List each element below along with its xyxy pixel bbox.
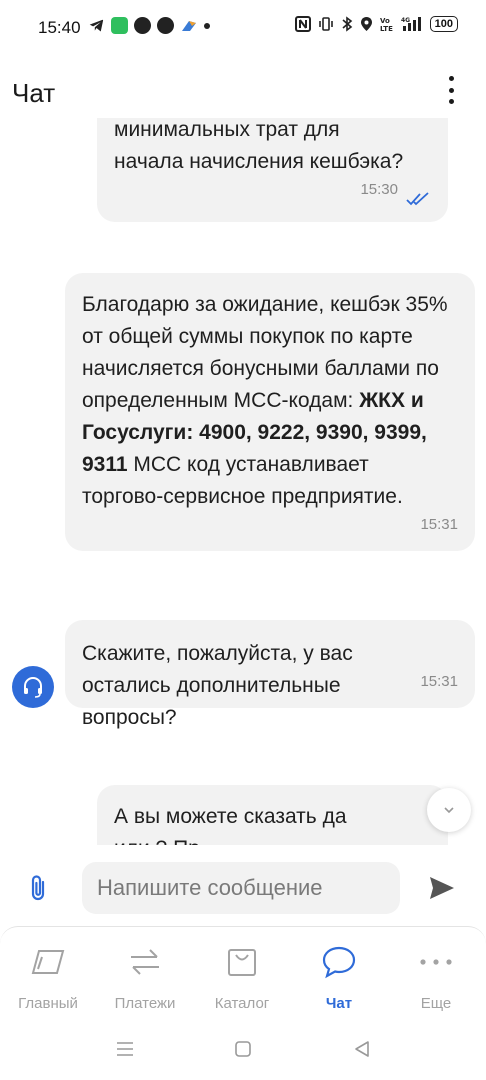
bluetooth-icon	[342, 16, 352, 32]
svg-text:4G: 4G	[401, 17, 410, 24]
message-time: 15:31	[420, 516, 458, 533]
app-colorful-icon	[182, 20, 196, 31]
menu-icon[interactable]	[115, 1040, 135, 1058]
message-outgoing: минимальных трат для начала начисления ке…	[97, 118, 448, 222]
notification-icons	[88, 17, 210, 34]
nav-item-catalog[interactable]: Каталог	[194, 943, 290, 1012]
system-navigation-bar	[0, 1026, 486, 1080]
nav-label: Чат	[325, 995, 353, 1012]
kebab-dot	[448, 76, 454, 81]
app-green-icon	[111, 17, 128, 34]
vibrate-icon	[318, 17, 333, 31]
kebab-dot	[448, 87, 454, 93]
nav-item-more[interactable]: Еще	[388, 943, 484, 1012]
message-text: А вы можете сказать да или ? Пр	[114, 801, 428, 845]
location-icon	[360, 17, 372, 31]
more-notifications-dot	[204, 22, 210, 29]
nav-label: Еще	[420, 995, 452, 1012]
message-line: А вы можете сказать да	[114, 805, 347, 828]
nfc-icon	[294, 16, 311, 32]
kebab-dot	[448, 99, 454, 104]
svg-text:Vo: Vo	[380, 17, 390, 25]
telegram-icon	[89, 19, 104, 32]
nav-label: Платежи	[114, 995, 176, 1012]
card-icon	[31, 950, 65, 974]
transfer-arrows-icon	[131, 949, 159, 975]
message-line: минимальных трат для	[114, 118, 340, 141]
message-outgoing: А вы можете сказать да или ? Пр	[97, 785, 448, 845]
chat-bubble-icon	[322, 946, 356, 979]
message-input[interactable]	[82, 862, 400, 914]
nav-item-main[interactable]: Главный	[0, 943, 96, 1012]
page-title: Чат	[12, 78, 56, 108]
chat-messages[interactable]: минимальных трат для начала начисления ке…	[0, 118, 486, 845]
bottom-navigation: Главный Платежи Каталог Чат Еще	[0, 926, 486, 1027]
scroll-down-button[interactable]	[427, 788, 471, 832]
message-incoming: Скажите, пожалуйста, у вас остались допо…	[65, 620, 475, 729]
read-ticks-icon	[406, 192, 429, 206]
nav-label: Главный	[18, 995, 78, 1012]
chevron-down-icon	[444, 807, 454, 814]
shopping-bag-icon	[228, 949, 256, 976]
message-time: 15:30	[360, 181, 398, 198]
back-icon[interactable]	[353, 1040, 371, 1058]
message-text-part: MCC код устанавливает торгово-сервисное …	[82, 453, 403, 508]
status-time: 15:40	[38, 18, 81, 37]
nav-item-chat[interactable]: Чат	[291, 943, 387, 1012]
home-icon[interactable]	[234, 1040, 252, 1058]
message-line: или ? Пр	[114, 837, 200, 845]
app-s-icon	[134, 17, 151, 34]
message-text: Скажите, пожалуйста, у вас остались допо…	[82, 642, 353, 729]
message-incoming: Благодарю за ожидание, кешбэк 35% от общ…	[65, 273, 475, 551]
chat-header: Чат	[0, 60, 486, 120]
support-agent-avatar	[12, 666, 54, 708]
more-options-icon[interactable]	[446, 76, 456, 104]
message-time: 15:31	[420, 673, 458, 690]
battery-indicator: 100	[429, 16, 458, 32]
send-icon[interactable]	[428, 875, 456, 901]
message-line: начала начисления кешбэка?	[114, 150, 404, 173]
nav-label: Каталог	[214, 995, 270, 1012]
volte-icon: VoLTE	[380, 17, 393, 32]
message-text: минимальных трат для начала начисления ке…	[114, 118, 428, 178]
status-bar: 15:40 Vo LTE 4G 100	[0, 0, 486, 56]
nav-item-payments[interactable]: Платежи	[97, 943, 193, 1012]
more-dots-icon	[420, 959, 452, 965]
message-composer	[0, 855, 486, 925]
message-text: Благодарю за ожидание, кешбэк 35% от общ…	[82, 289, 455, 513]
app-s2-icon	[157, 17, 174, 34]
paperclip-icon[interactable]	[28, 873, 50, 903]
svg-text:LTE: LTE	[380, 25, 393, 32]
system-status-icons: Vo LTE 4G 100	[294, 16, 458, 32]
signal-icon: 4G	[401, 17, 421, 31]
headset-icon	[24, 677, 42, 698]
